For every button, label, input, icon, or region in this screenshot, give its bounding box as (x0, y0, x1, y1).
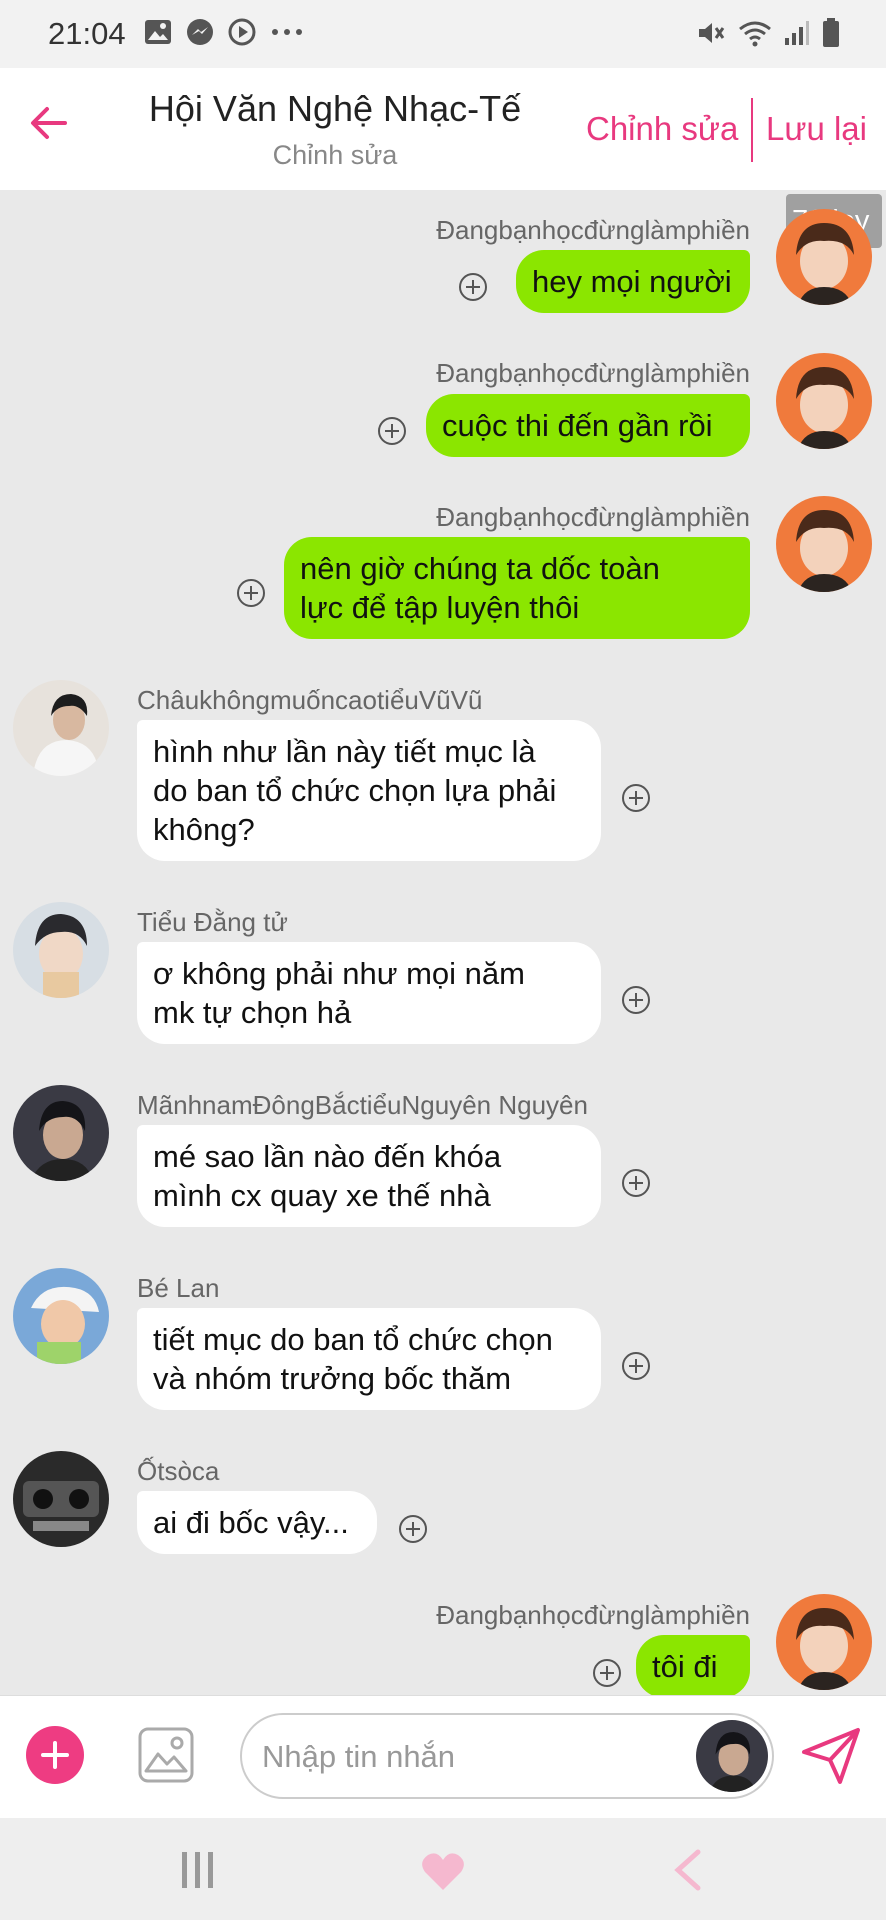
message-sender: Đangbạnhọcđừnglàmphiền (436, 1600, 750, 1630)
avatar[interactable] (776, 496, 872, 592)
avatar[interactable] (776, 353, 872, 449)
message-composer (0, 1695, 886, 1818)
message-sender: Ốtsòca (137, 1456, 220, 1486)
add-reaction-icon[interactable] (621, 1168, 651, 1198)
recent-apps-icon[interactable] (180, 1850, 216, 1890)
status-bar: 21:04 (0, 0, 886, 68)
avatar[interactable] (13, 1085, 109, 1181)
heart-home-icon[interactable] (420, 1850, 466, 1892)
message-input[interactable] (262, 1737, 682, 1777)
message-bubble[interactable]: cuộc thi đến gần rồi (426, 394, 750, 457)
avatar[interactable] (776, 209, 872, 305)
avatar[interactable] (13, 1451, 109, 1547)
send-icon[interactable] (800, 1726, 862, 1786)
signal-icon (785, 21, 809, 45)
add-reaction-icon[interactable] (621, 985, 651, 1015)
back-nav-icon[interactable] (672, 1848, 702, 1892)
add-button[interactable] (26, 1726, 84, 1784)
more-icon (272, 29, 302, 35)
message-bubble[interactable]: hình như lần này tiết mục là do ban tổ c… (137, 720, 601, 861)
wifi-icon (739, 21, 771, 47)
system-nav-bar (0, 1818, 886, 1920)
add-reaction-icon[interactable] (621, 783, 651, 813)
arrow-left-icon (31, 107, 67, 139)
message-sender: Đangbạnhọcđừnglàmphiền (436, 215, 750, 245)
chat-title: Hội Văn Nghệ Nhạc-Tế (148, 88, 522, 129)
add-reaction-icon[interactable] (398, 1514, 428, 1544)
add-reaction-icon[interactable] (236, 578, 266, 608)
message-input-wrapper (240, 1713, 774, 1799)
avatar[interactable] (13, 680, 109, 776)
message-sender: Bé Lan (137, 1273, 220, 1303)
message-bubble[interactable]: mé sao lần nào đến khóa mình cx quay xe … (137, 1125, 601, 1227)
message-sender: Đangbạnhọcđừnglàmphiền (436, 502, 750, 532)
mute-icon (699, 23, 725, 43)
add-reaction-icon[interactable] (458, 272, 488, 302)
messenger-icon (187, 19, 213, 45)
avatar[interactable] (776, 1594, 872, 1690)
image-icon[interactable] (137, 1726, 195, 1784)
message-sender: ChâukhôngmuốncaotiểuVũVũ (137, 685, 483, 715)
back-button[interactable] (24, 98, 74, 148)
play-icon (228, 18, 256, 46)
avatar[interactable] (13, 1268, 109, 1364)
chat-header: Hội Văn Nghệ Nhạc-Tế Chỉnh sửa Chỉnh sửa… (0, 68, 886, 190)
message-bubble[interactable]: hey mọi người (516, 250, 750, 313)
chat-subtitle[interactable]: Chỉnh sửa (100, 140, 570, 171)
gallery-icon (145, 20, 171, 44)
message-bubble[interactable]: tiết mục do ban tổ chức chọn và nhóm trư… (137, 1308, 601, 1410)
message-bubble[interactable]: ơ không phải như mọi năm mk tự chọn hả (137, 942, 601, 1044)
avatar[interactable] (696, 1720, 768, 1792)
message-sender: MãnhnamĐôngBắctiểuNguyên Nguyên (137, 1090, 588, 1120)
add-reaction-icon[interactable] (592, 1658, 622, 1688)
battery-icon (823, 18, 839, 47)
add-reaction-icon[interactable] (621, 1351, 651, 1381)
status-time: 21:04 (48, 16, 126, 51)
message-bubble[interactable]: ai đi bốc vậy... (137, 1491, 377, 1554)
save-button[interactable]: Lưu lại (766, 110, 867, 148)
avatar[interactable] (13, 902, 109, 998)
message-sender: Đangbạnhọcđừnglàmphiền (436, 358, 750, 388)
edit-button[interactable]: Chỉnh sửa (586, 110, 738, 148)
message-bubble[interactable]: tôi đi (636, 1635, 750, 1698)
message-bubble[interactable]: nên giờ chúng ta dốc toàn lực để tập luy… (284, 537, 750, 639)
plus-icon (41, 1741, 69, 1769)
add-reaction-icon[interactable] (377, 416, 407, 446)
header-divider (751, 98, 753, 162)
message-sender: Tiểu Đằng tử (137, 907, 288, 937)
